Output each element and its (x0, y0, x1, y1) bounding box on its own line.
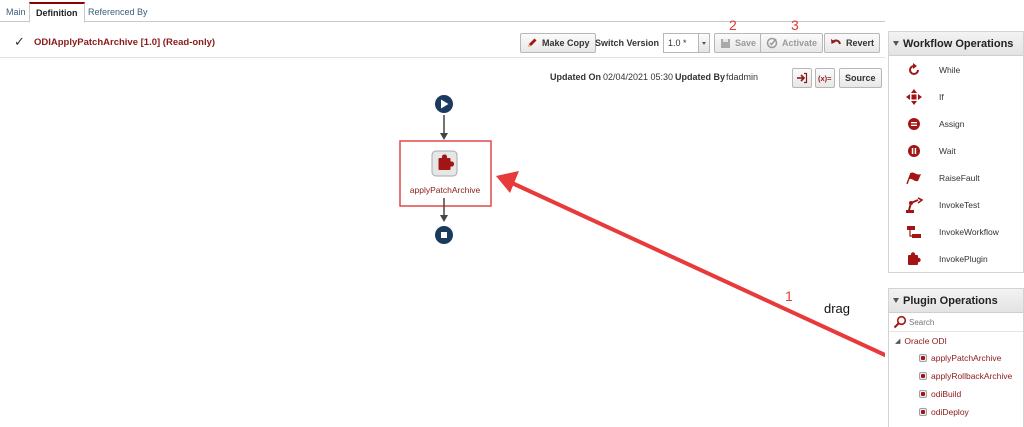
op-label: InvokeTest (939, 199, 980, 210)
op-invoketest[interactable]: InvokeTest (889, 191, 1023, 218)
workflow-icon (907, 225, 921, 238)
expand-triangle-icon[interactable]: ◢ (895, 337, 900, 345)
flag-icon (906, 172, 921, 184)
plugin-item-label: applyPatchArchive (931, 353, 1002, 363)
plugin-icon (919, 390, 927, 398)
plugin-operations-panel: Plugin Operations ◢ Oracle ODI applyPatc… (888, 288, 1024, 427)
op-label: InvokeWorkflow (939, 226, 999, 237)
op-while[interactable]: While (889, 56, 1023, 83)
step-3-annotation: 3 (791, 17, 799, 33)
plugin-item-applypatcharchive[interactable]: applyPatchArchive (889, 349, 1023, 367)
robot-arm-icon (906, 196, 923, 213)
op-label: Assign (939, 118, 965, 129)
op-invokeplugin[interactable]: InvokePlugin (889, 245, 1023, 272)
workflow-operations-title: Workflow Operations (903, 37, 1014, 50)
loop-icon (909, 62, 919, 75)
step-2-annotation: 2 (729, 17, 737, 33)
plugin-icon (919, 372, 927, 380)
pause-icon (908, 144, 920, 157)
plugin-item-label: applyRollbackArchive (931, 371, 1013, 381)
plugin-icon (919, 354, 927, 362)
plugin-search (889, 313, 1023, 332)
puzzle-icon (908, 251, 921, 265)
drag-annotation: drag (824, 301, 851, 316)
connector-arrowhead (440, 133, 448, 140)
plugin-item-odideploy[interactable]: odiDeploy (889, 403, 1023, 421)
collapse-icon[interactable] (893, 298, 899, 303)
drag-arrow (511, 181, 885, 358)
plugin-item-label: odiDeploy (931, 407, 969, 417)
workflow-canvas (399, 95, 885, 358)
plugin-item-label: odiBuild (931, 389, 962, 399)
op-wait[interactable]: Wait (889, 137, 1023, 164)
branch-icon (906, 88, 922, 105)
plugin-icon (919, 408, 927, 416)
drag-arrowhead (496, 171, 519, 193)
workflow-operations-header[interactable]: Workflow Operations (889, 32, 1023, 56)
tree-group-oracle-odi[interactable]: ◢ Oracle ODI (889, 332, 1023, 349)
op-label: Wait (939, 145, 956, 156)
op-invokeworkflow[interactable]: InvokeWorkflow (889, 218, 1023, 245)
op-label: If (939, 91, 944, 102)
op-label: While (939, 64, 961, 75)
plugin-item-odibuild[interactable]: odiBuild (889, 385, 1023, 403)
assign-icon (908, 117, 920, 130)
plugin-operations-header[interactable]: Plugin Operations (889, 289, 1023, 313)
step-1-annotation: 1 (785, 288, 793, 304)
plugin-node-label: applyPatchArchive (409, 185, 481, 195)
op-raisefault[interactable]: RaiseFault (889, 164, 1023, 191)
collapse-icon[interactable] (893, 41, 899, 46)
workflow-operations-panel: Workflow Operations While If Assign Wait… (888, 31, 1024, 273)
search-icon (893, 315, 907, 329)
connector-arrowhead (440, 215, 448, 222)
plugin-operations-title: Plugin Operations (903, 294, 998, 307)
plugin-item-applyrollbackarchive[interactable]: applyRollbackArchive (889, 367, 1023, 385)
tree-group-label: Oracle ODI (904, 335, 947, 346)
op-if[interactable]: If (889, 83, 1023, 110)
plugin-search-input[interactable] (907, 316, 1007, 328)
stop-icon (441, 232, 447, 238)
op-label: RaiseFault (939, 172, 980, 183)
op-assign[interactable]: Assign (889, 110, 1023, 137)
op-label: InvokePlugin (939, 253, 988, 264)
